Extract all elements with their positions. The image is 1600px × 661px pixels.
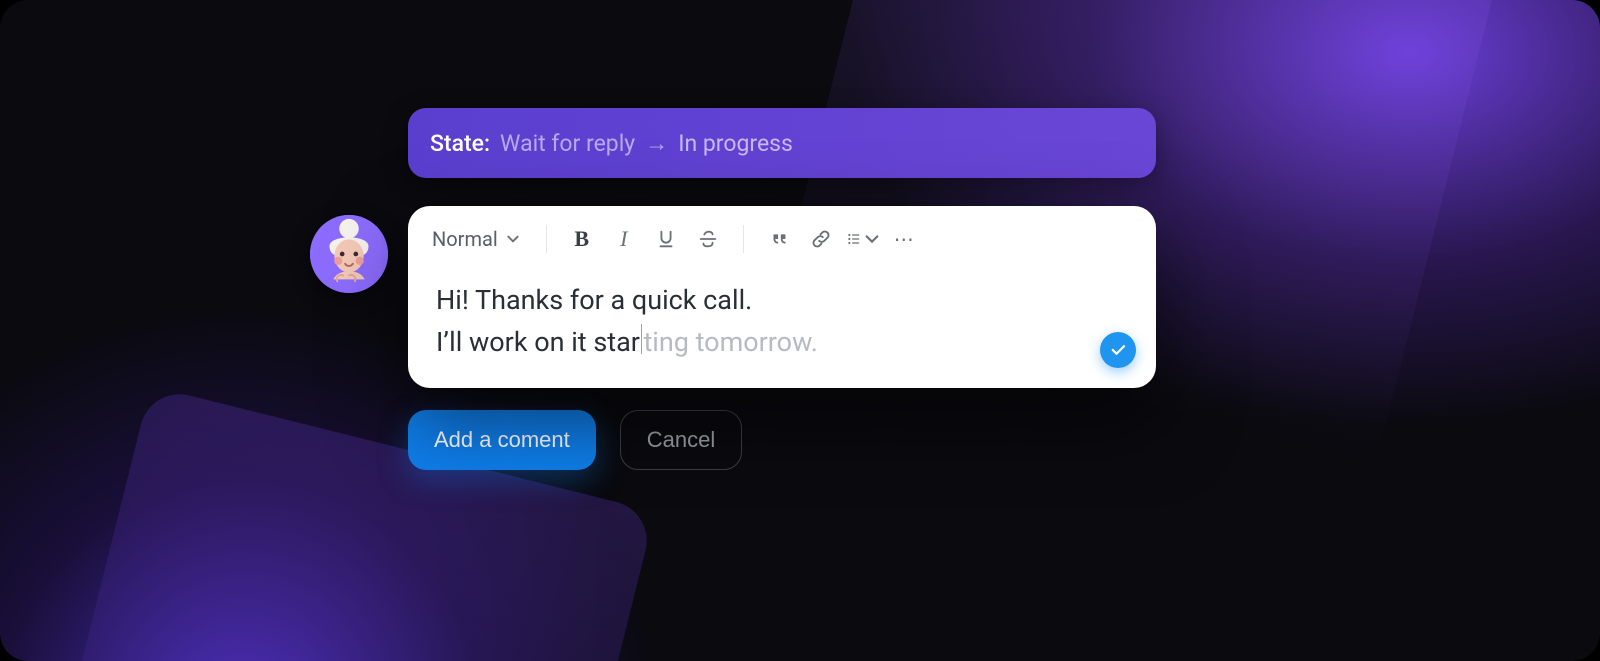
action-row: Add a coment Cancel xyxy=(408,410,1156,470)
link-button[interactable] xyxy=(804,222,838,256)
avatar-illustration xyxy=(310,215,388,293)
quote-icon xyxy=(768,228,790,250)
state-to: In progress xyxy=(678,130,793,157)
autocomplete-suggestion: ting tomorrow. xyxy=(643,326,817,358)
list-icon xyxy=(846,228,862,250)
typed-text: I’ll work on it star xyxy=(436,326,640,358)
check-icon xyxy=(1109,341,1127,359)
add-comment-button[interactable]: Add a coment xyxy=(408,410,596,470)
list-button[interactable] xyxy=(846,222,880,256)
blockquote-button[interactable] xyxy=(762,222,796,256)
writing-assistant-badge xyxy=(1100,332,1136,368)
background: State: Wait for reply → In progress Norm… xyxy=(0,0,1600,661)
cancel-button[interactable]: Cancel xyxy=(620,410,742,470)
italic-button[interactable]: I xyxy=(607,222,641,256)
chevron-down-icon xyxy=(506,232,520,246)
state-banner: State: Wait for reply → In progress xyxy=(408,108,1156,178)
strikethrough-button[interactable] xyxy=(691,222,725,256)
text-style-select[interactable]: Normal xyxy=(432,227,528,251)
underline-icon xyxy=(655,228,677,250)
toolbar-divider xyxy=(743,225,744,253)
comment-editor: Normal B I xyxy=(408,206,1156,388)
strikethrough-icon xyxy=(697,228,719,250)
more-button[interactable]: ⋯ xyxy=(888,222,922,256)
comment-line-1: Hi! Thanks for a quick call. xyxy=(436,280,1128,322)
comment-line-2: I’ll work on it starting tomorrow. xyxy=(436,322,1128,364)
arrow-right-icon: → xyxy=(645,130,668,157)
link-icon xyxy=(810,228,832,250)
bold-button[interactable]: B xyxy=(565,222,599,256)
avatar xyxy=(310,215,388,293)
state-from: Wait for reply xyxy=(500,130,635,157)
underline-button[interactable] xyxy=(649,222,683,256)
text-style-label: Normal xyxy=(432,227,498,251)
toolbar-divider xyxy=(546,225,547,253)
editor-toolbar: Normal B I xyxy=(408,206,1156,268)
chevron-down-icon xyxy=(864,228,880,250)
state-label: State: xyxy=(430,130,490,157)
editor-textarea[interactable]: Hi! Thanks for a quick call. I’ll work o… xyxy=(408,268,1156,364)
